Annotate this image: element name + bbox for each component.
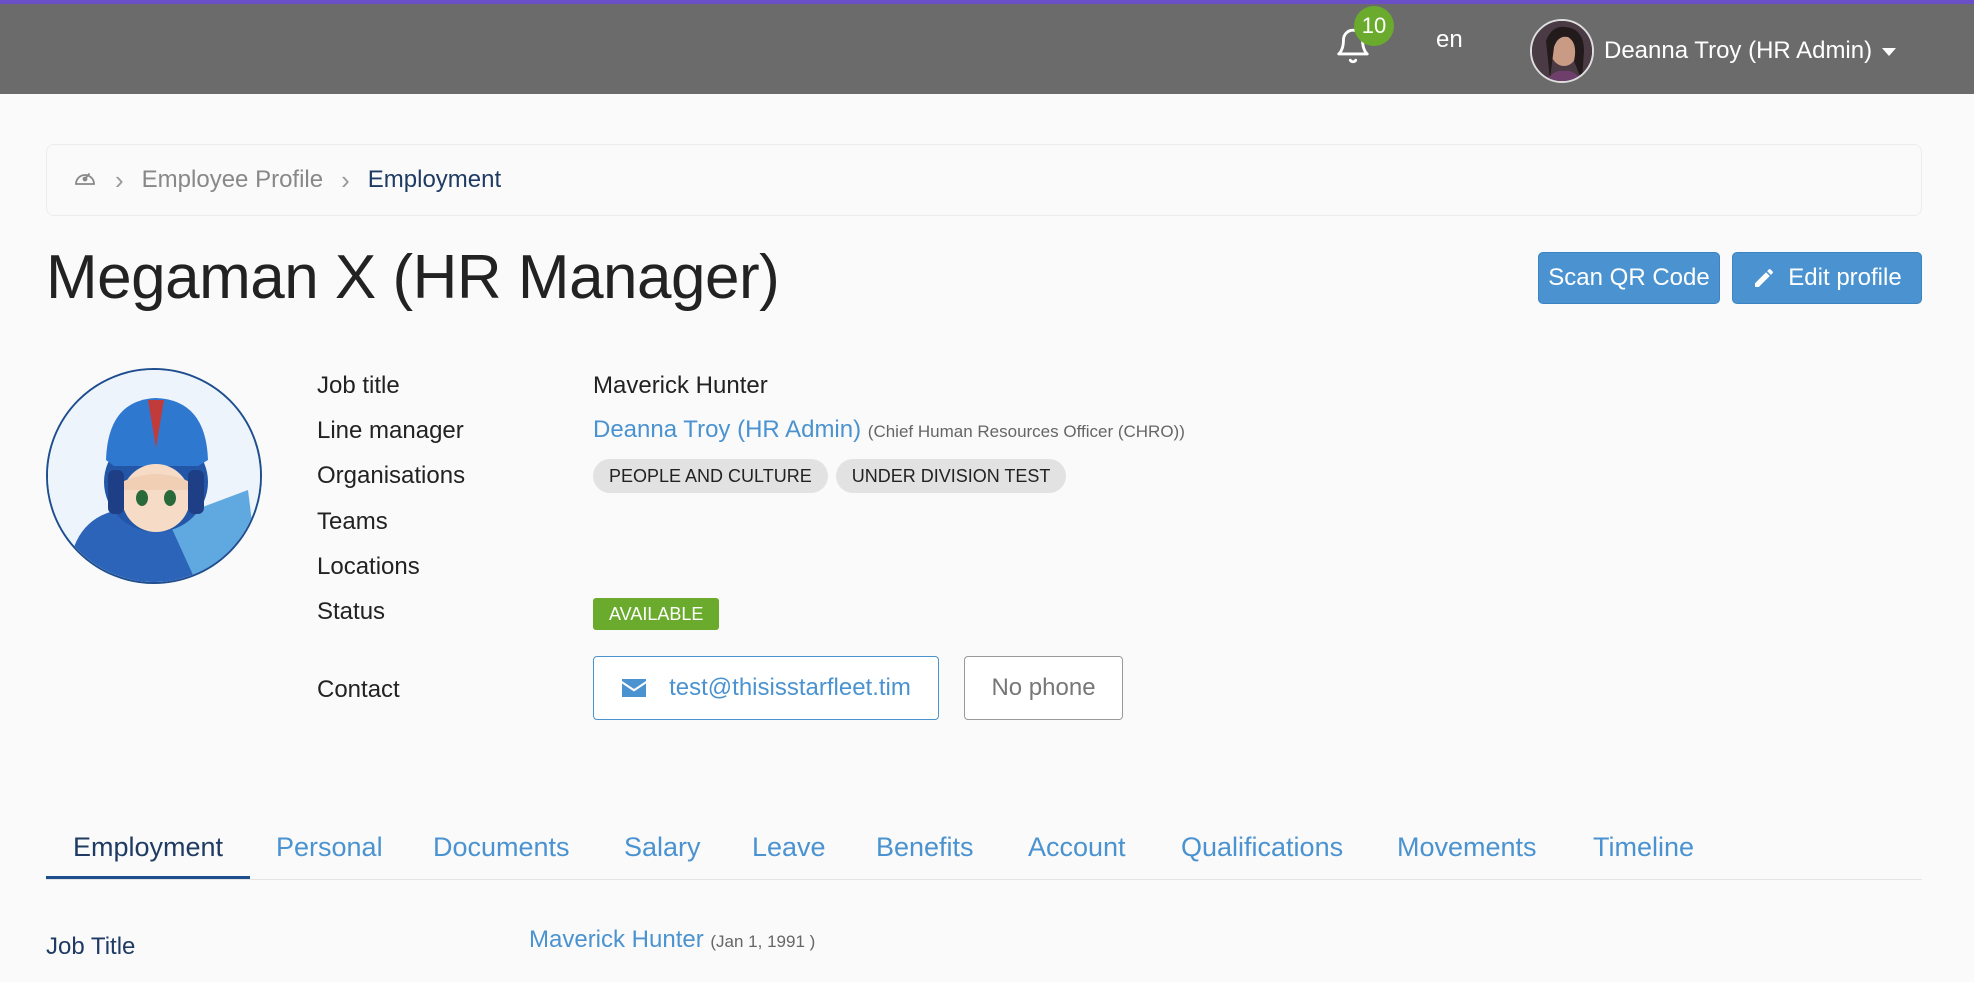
status-value: AVAILABLE [593, 598, 720, 630]
profile-tabs: Employment Personal Documents Salary Lea… [46, 826, 1922, 880]
tab-leave[interactable]: Leave [752, 832, 826, 863]
user-name: Deanna Troy (HR Admin) [1604, 37, 1873, 64]
email-button[interactable]: test@thisisstarfleet.tim [593, 656, 939, 720]
locations-label: Locations [317, 553, 420, 580]
breadcrumb-employment: Employment [367, 166, 502, 193]
status-badge: AVAILABLE [593, 598, 720, 630]
active-tab-indicator [46, 876, 250, 879]
employment-job-title-date: (Jan 1, 1991 ) [710, 932, 816, 951]
tab-documents[interactable]: Documents [433, 832, 570, 863]
teams-label: Teams [317, 508, 388, 535]
line-manager-value: Deanna Troy (HR Admin) (Chief Human Reso… [593, 416, 1185, 444]
breadcrumb-employee-profile[interactable]: Employee Profile [142, 166, 323, 194]
organisations-label: Organisations [317, 462, 466, 489]
page-title: Megaman X (HR Manager) [46, 243, 780, 312]
edit-profile-button[interactable]: Edit profile [1732, 252, 1922, 304]
tab-personal[interactable]: Personal [276, 832, 383, 863]
breadcrumb-separator-icon: › [341, 164, 350, 195]
employee-avatar [46, 368, 262, 584]
tab-salary[interactable]: Salary [624, 832, 701, 863]
tab-account[interactable]: Account [1028, 832, 1126, 863]
user-menu[interactable]: Deanna Troy (HR Admin) [1530, 18, 1897, 84]
envelope-icon [622, 679, 647, 697]
tab-employment[interactable]: Employment [73, 832, 223, 863]
caret-down-icon [1882, 48, 1897, 56]
notification-count-badge[interactable]: 10 [1354, 6, 1394, 46]
tab-qualifications[interactable]: Qualifications [1181, 832, 1343, 863]
employment-job-title-link[interactable]: Maverick Hunter [529, 926, 704, 953]
line-manager-link[interactable]: Deanna Troy (HR Admin) [593, 416, 861, 443]
contact-label: Contact [317, 676, 400, 703]
pencil-icon [1755, 268, 1774, 287]
status-label: Status [317, 598, 386, 625]
tab-movements[interactable]: Movements [1397, 832, 1537, 863]
organisations-tags: PEOPLE AND CULTURE UNDER DIVISION TEST [593, 459, 1074, 493]
user-avatar [1530, 19, 1594, 83]
job-title-label: Job title [317, 372, 400, 399]
organisation-tag[interactable]: UNDER DIVISION TEST [835, 459, 1067, 493]
breadcrumb-separator-icon: › [115, 164, 124, 195]
employment-job-title-value: Maverick Hunter (Jan 1, 1991 ) [529, 926, 815, 954]
tab-benefits[interactable]: Benefits [876, 832, 974, 863]
email-text: test@thisisstarfleet.tim [669, 674, 911, 701]
job-title-value: Maverick Hunter [593, 372, 768, 399]
scan-qr-code-button[interactable]: Scan QR Code [1538, 252, 1720, 304]
phone-button[interactable]: No phone [964, 656, 1123, 720]
employment-job-title-label: Job Title [46, 933, 136, 960]
top-navbar: 10 en Deanna Troy (HR Admin) [0, 0, 1974, 94]
line-manager-label: Line manager [317, 417, 464, 444]
tab-timeline[interactable]: Timeline [1593, 832, 1694, 863]
language-selector[interactable]: en [1436, 26, 1463, 54]
line-manager-role: (Chief Human Resources Officer (CHRO)) [867, 422, 1185, 441]
edit-profile-label: Edit profile [1788, 264, 1902, 291]
breadcrumb: › Employee Profile › Employment [46, 144, 1922, 216]
dashboard-icon[interactable] [73, 166, 97, 194]
organisation-tag[interactable]: PEOPLE AND CULTURE [593, 459, 828, 493]
